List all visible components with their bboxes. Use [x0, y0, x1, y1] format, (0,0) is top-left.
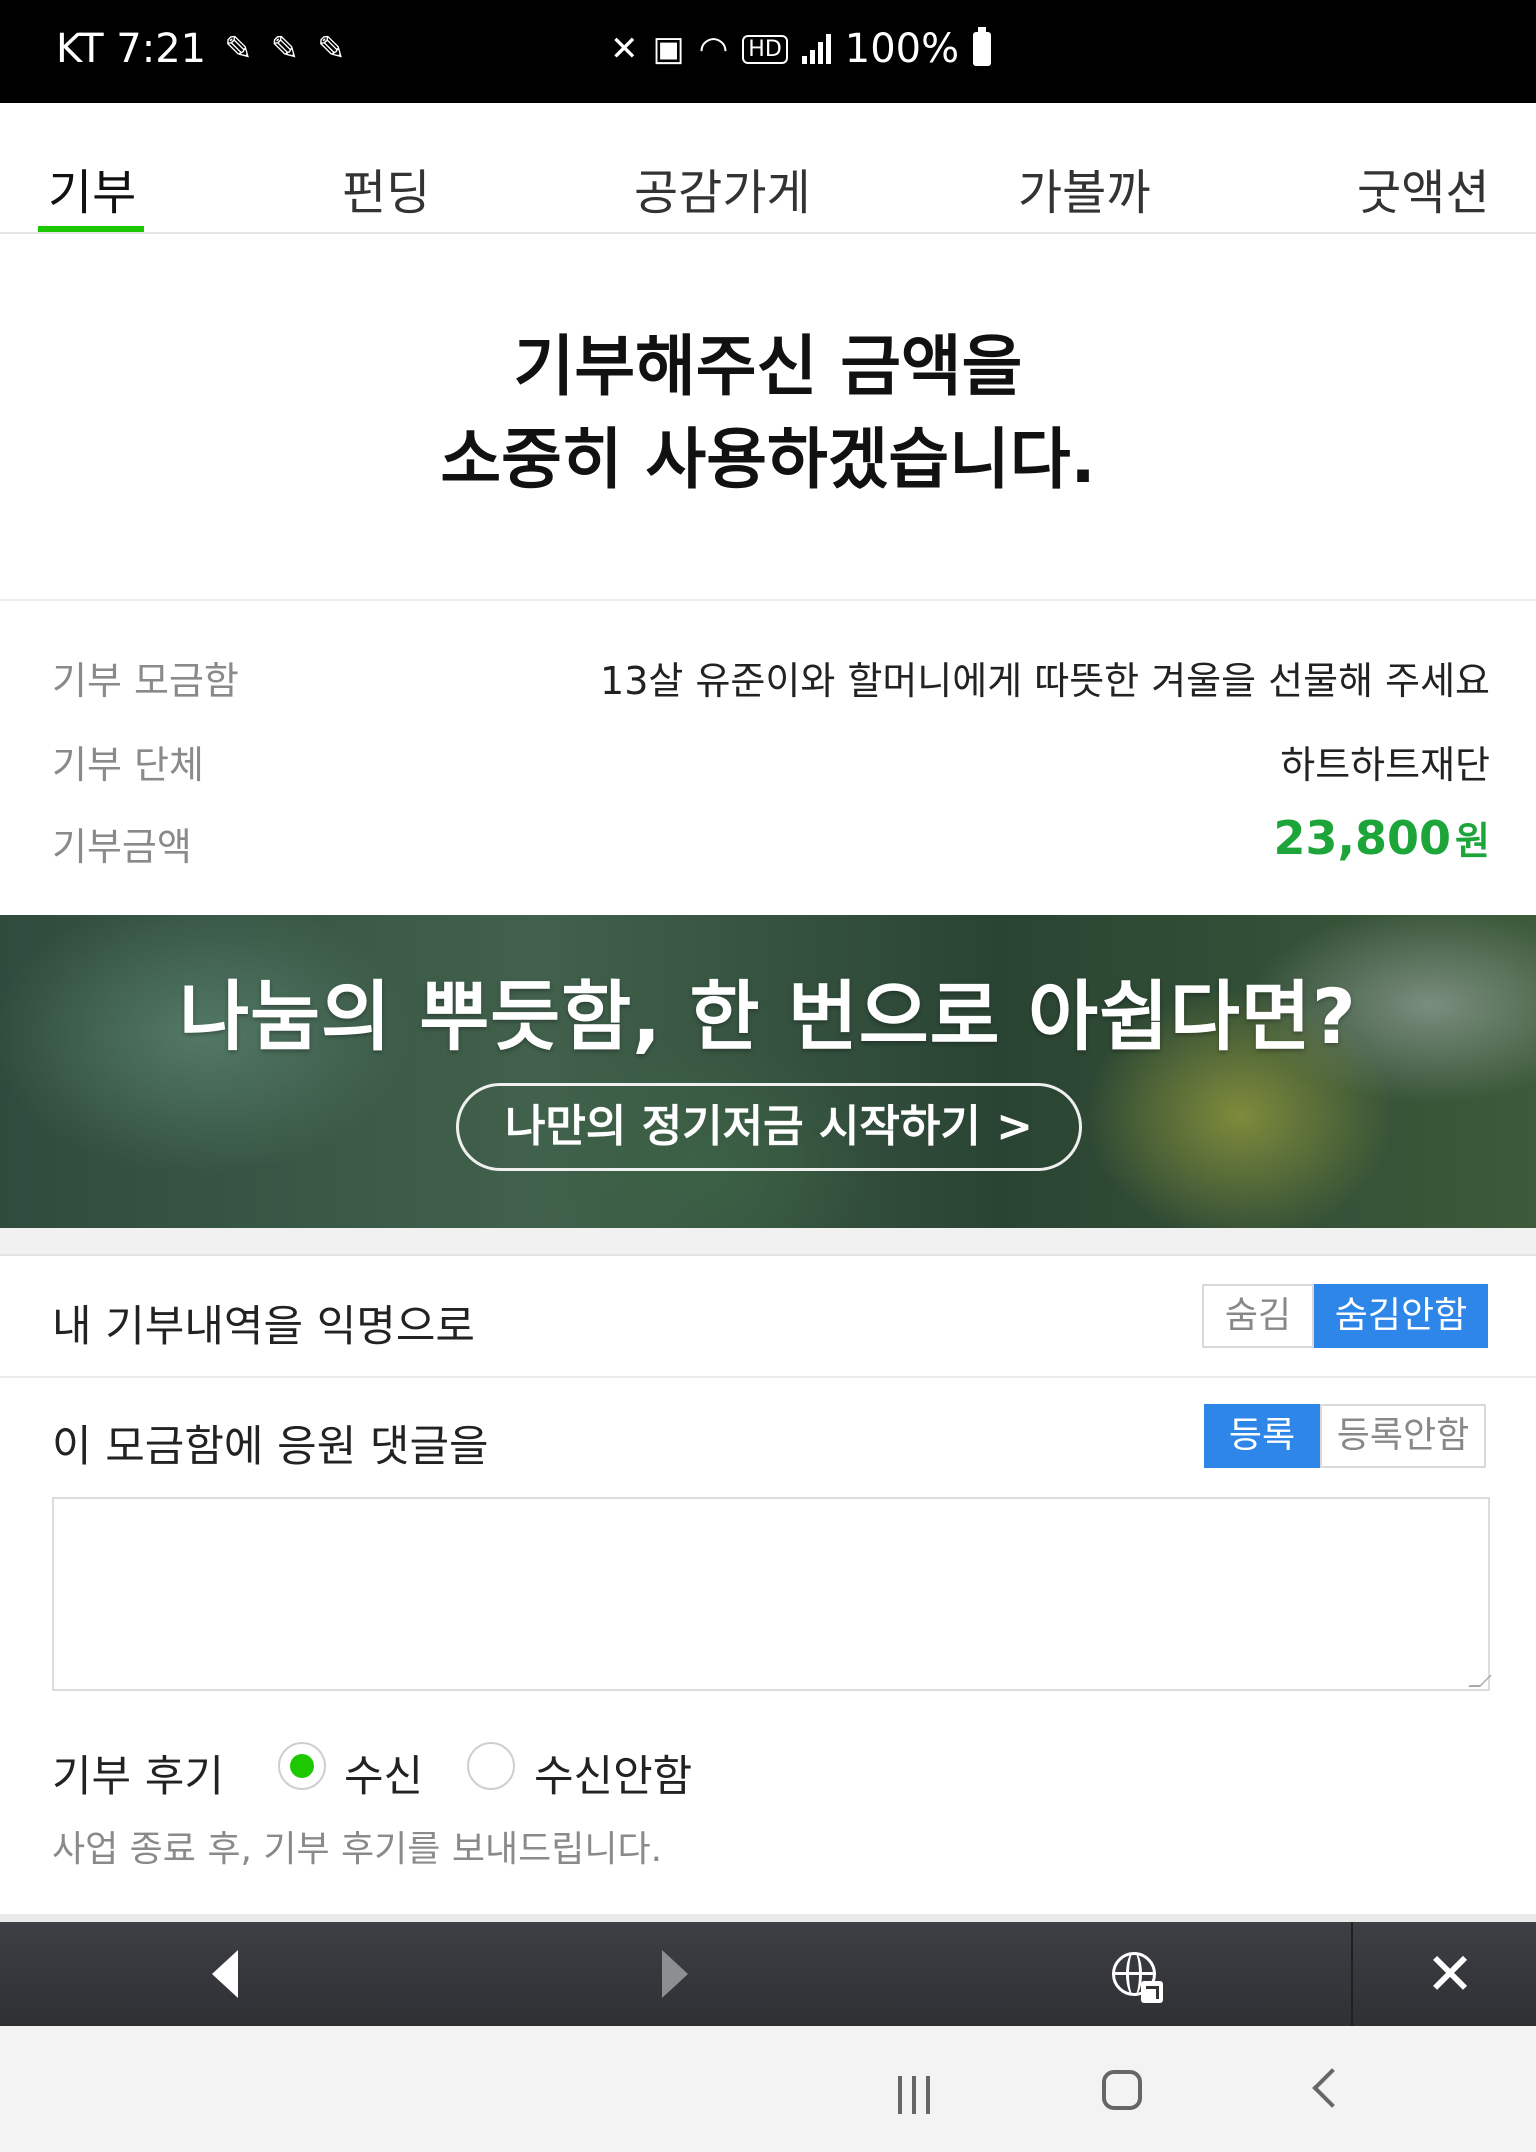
- open-in-browser-button[interactable]: [1084, 1922, 1184, 2026]
- browser-toolbar: ✕: [0, 1922, 1536, 2026]
- resize-handle-icon[interactable]: [1468, 1675, 1492, 1687]
- hd-icon: HD: [742, 34, 788, 64]
- amount-value: 23,800: [1273, 811, 1452, 865]
- review-no-receive-label[interactable]: 수신안함: [534, 1742, 692, 1804]
- pill-icon: ✎: [224, 29, 253, 69]
- globe-icon: [1112, 1952, 1163, 2003]
- status-right: ✕ ▣ ◠ HD 100%: [610, 26, 992, 72]
- divider: [0, 599, 1536, 601]
- status-bar: KT 7:21 ✎ ✎ ✎ ✕ ▣ ◠ HD 100%: [0, 0, 1536, 103]
- comment-toggle: 등록 등록안함: [1204, 1404, 1486, 1468]
- toolbar-divider: [1351, 1922, 1353, 2026]
- home-icon[interactable]: [1102, 2070, 1142, 2110]
- signal-icon: [801, 34, 831, 64]
- review-receive-label[interactable]: 수신: [344, 1742, 423, 1804]
- comment-no-register-option[interactable]: 등록안함: [1320, 1404, 1486, 1468]
- pill-icon: ✎: [317, 29, 346, 69]
- system-nav-bar: [0, 2026, 1536, 2152]
- tab-donation[interactable]: 기부: [48, 153, 136, 223]
- divider: [0, 1376, 1536, 1378]
- comment-label: 이 모금함에 응원 댓글을: [52, 1422, 489, 1472]
- external-link-icon: [1141, 1981, 1163, 2003]
- vibrate-icon: ✕: [610, 29, 639, 69]
- recent-apps-icon[interactable]: [898, 2076, 930, 2114]
- anonymous-toggle: 숨김 숨김안함: [1202, 1284, 1488, 1348]
- fund-value: 13살 유준이와 할머니에게 따뜻한 겨울을 선물해 주세요: [600, 659, 1490, 703]
- org-label: 기부 단체: [52, 743, 204, 787]
- section-gap: [0, 1228, 1536, 1256]
- battery-icon: [973, 27, 992, 66]
- tab-empathy-store[interactable]: 공감가게: [634, 153, 811, 223]
- anonymous-show-option[interactable]: 숨김안함: [1314, 1284, 1488, 1348]
- active-tab-indicator: [38, 226, 144, 232]
- wifi-icon: ◠: [698, 29, 729, 69]
- review-label: 기부 후기: [52, 1752, 224, 1802]
- close-button[interactable]: ✕: [1400, 1922, 1500, 2026]
- review-note: 사업 종료 후, 기부 후기를 보내드립니다.: [52, 1829, 663, 1870]
- carrier-time: KT 7:21: [56, 26, 207, 72]
- comment-register-option[interactable]: 등록: [1204, 1404, 1320, 1468]
- banner-cta-button[interactable]: 나만의 정기저금 시작하기 >: [456, 1083, 1082, 1171]
- fund-label: 기부 모금함: [52, 659, 239, 703]
- tab-good-action[interactable]: 굿액션: [1357, 153, 1489, 223]
- review-no-receive-radio[interactable]: [467, 1742, 515, 1790]
- amount-label: 기부금액: [52, 825, 192, 869]
- status-left: KT 7:21 ✎ ✎ ✎: [56, 26, 346, 72]
- close-icon: ✕: [1425, 1940, 1475, 2008]
- promo-banner[interactable]: 나눔의 뿌듯함, 한 번으로 아쉽다면? 나만의 정기저금 시작하기 >: [0, 915, 1536, 1228]
- banner-title: 나눔의 뿌듯함, 한 번으로 아쉽다면?: [179, 972, 1357, 1061]
- amount-unit: 원: [1455, 819, 1490, 863]
- thanks-heading: 기부해주신 금액을 소중히 사용하겠습니다.: [0, 320, 1536, 506]
- back-icon[interactable]: [1312, 2068, 1352, 2108]
- thanks-line-2: 소중히 사용하겠습니다.: [440, 421, 1096, 498]
- tab-funding[interactable]: 펀딩: [342, 153, 430, 223]
- thanks-line-1: 기부해주신 금액을: [513, 328, 1023, 405]
- comment-textarea[interactable]: [52, 1497, 1492, 1691]
- category-tabs: 기부 펀딩 공감가게 가볼까 굿액션: [0, 103, 1536, 234]
- battery-saver-icon: ▣: [652, 29, 685, 69]
- amount-value-group: 23,800 원: [1274, 810, 1490, 865]
- tab-shall-we-go[interactable]: 가볼까: [1018, 153, 1150, 223]
- org-value: 하트하트재단: [1280, 743, 1490, 787]
- arrow-left-icon: [212, 1950, 238, 1998]
- back-button[interactable]: [180, 1922, 270, 2026]
- divider: [0, 1914, 1536, 1922]
- battery-percent: 100%: [844, 26, 960, 72]
- forward-button[interactable]: [630, 1922, 720, 2026]
- review-receive-radio[interactable]: [278, 1742, 326, 1790]
- arrow-right-icon: [662, 1950, 688, 1998]
- anonymous-hide-option[interactable]: 숨김: [1202, 1284, 1314, 1348]
- pill-icon: ✎: [270, 29, 300, 69]
- anonymous-label: 내 기부내역을 익명으로: [52, 1302, 475, 1352]
